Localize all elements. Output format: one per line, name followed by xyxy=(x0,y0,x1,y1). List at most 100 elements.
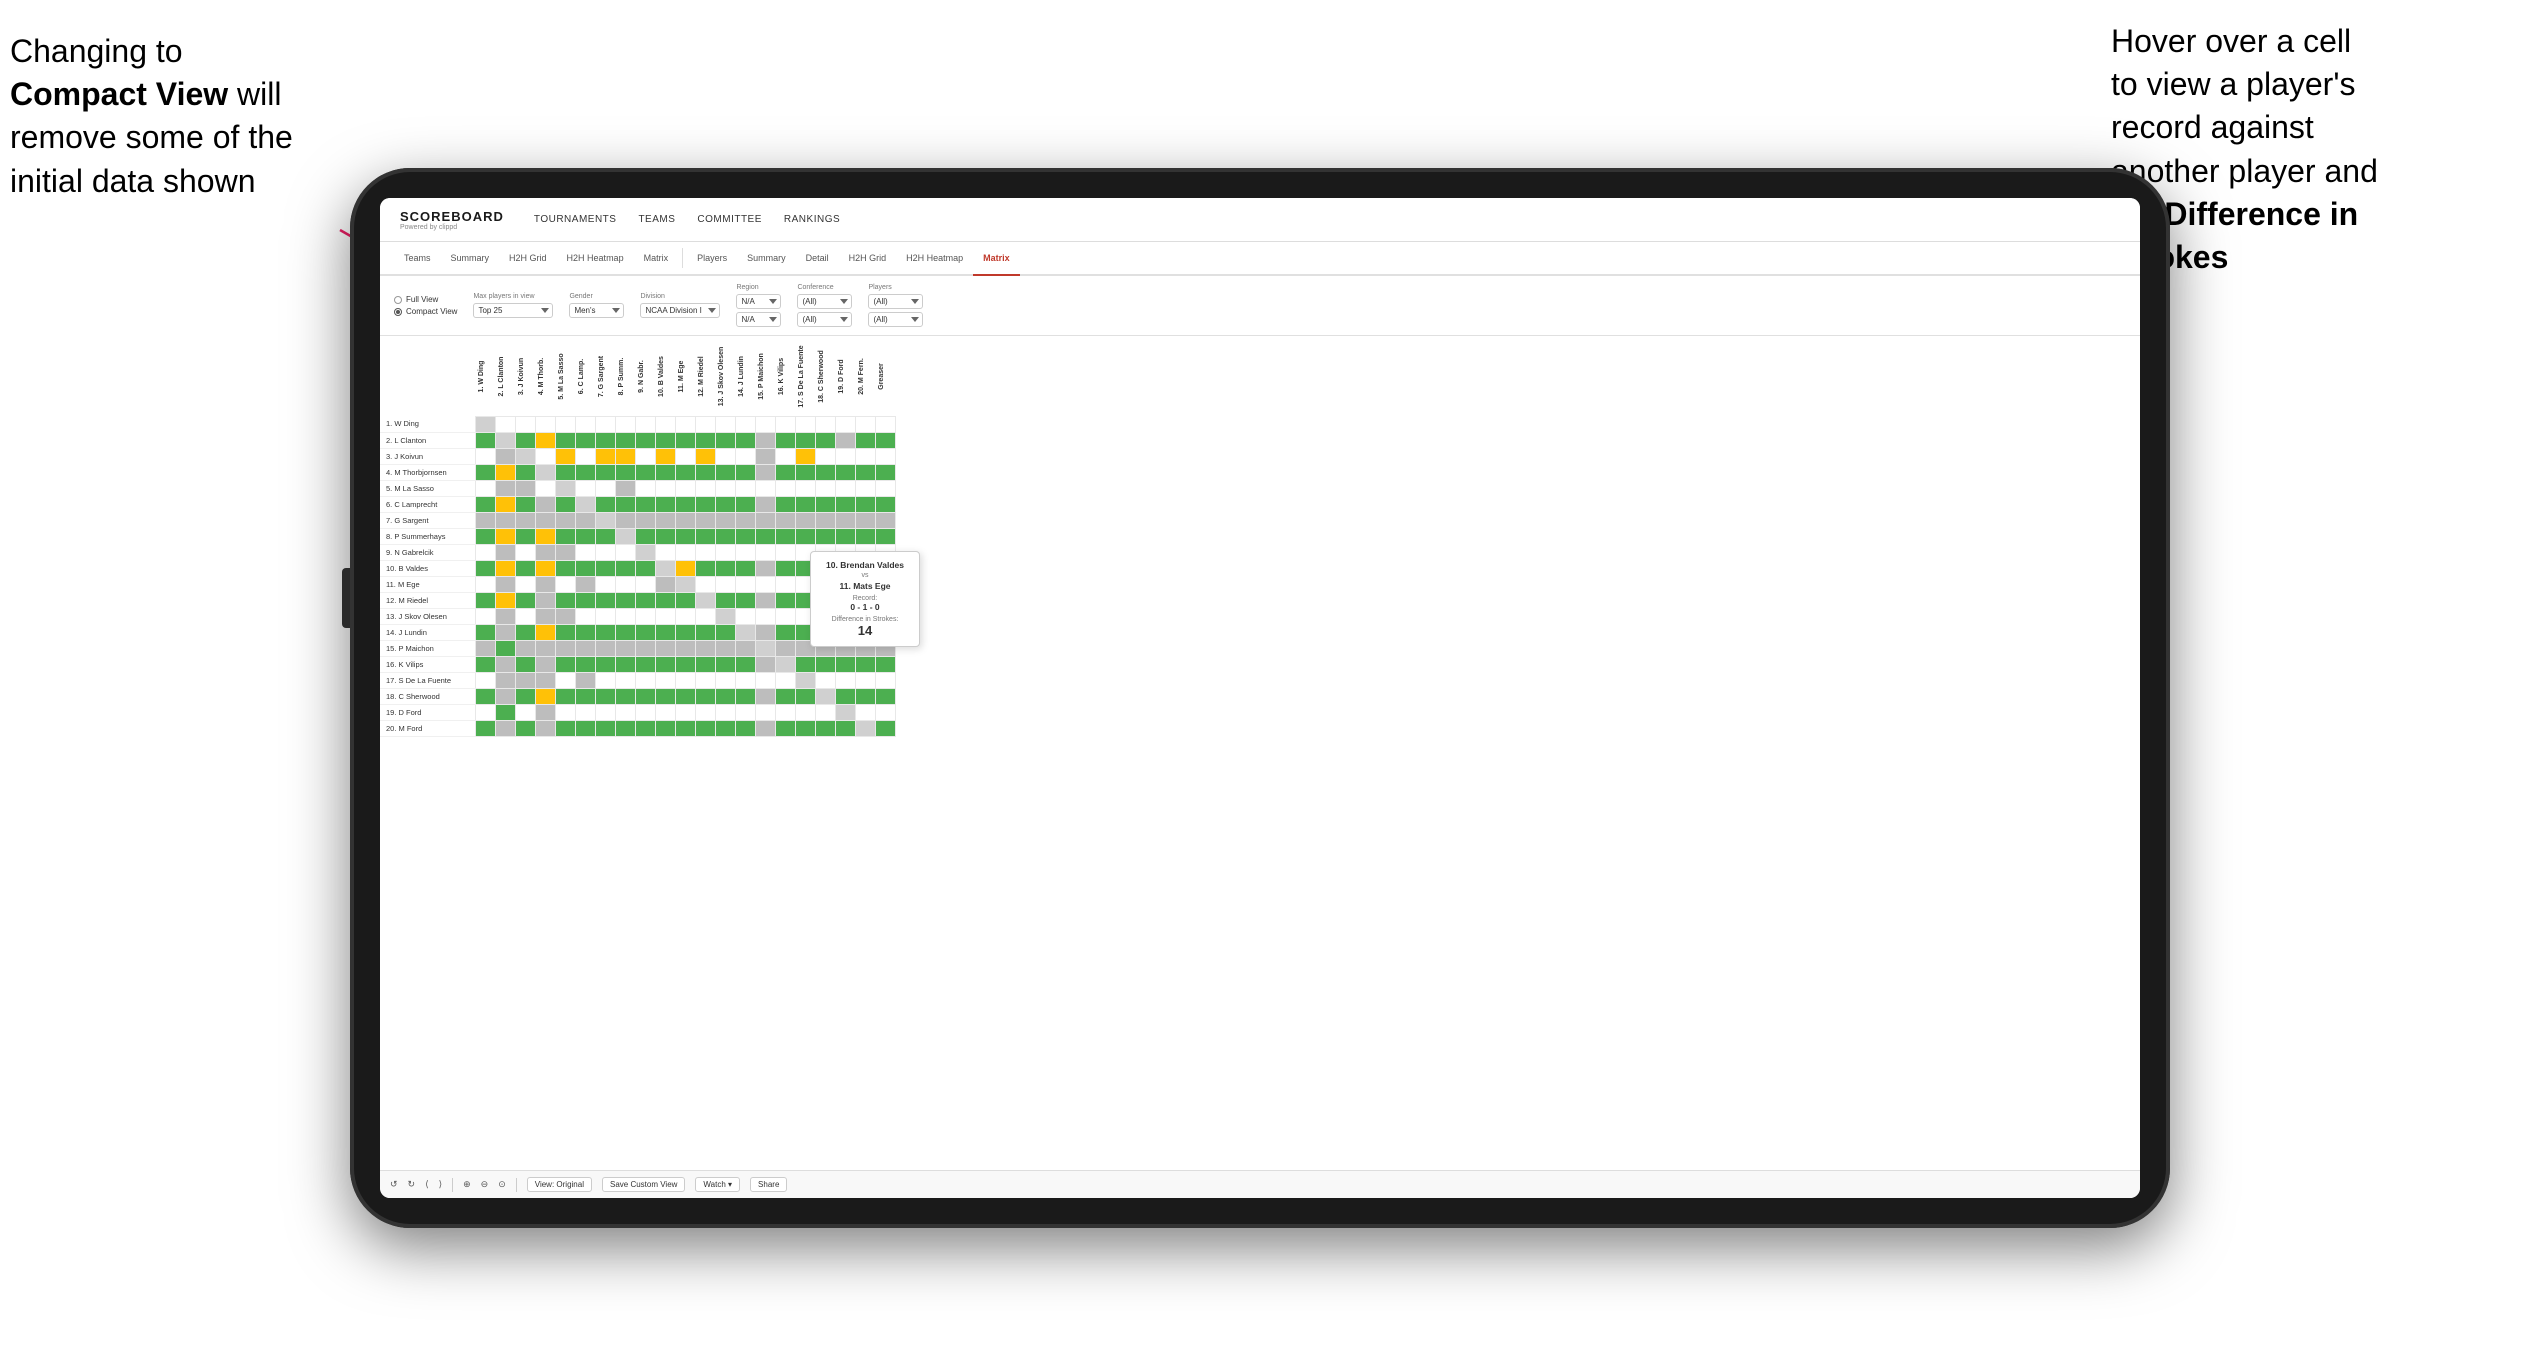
matrix-cell[interactable] xyxy=(675,672,695,688)
matrix-cell[interactable] xyxy=(655,416,675,432)
matrix-cell[interactable] xyxy=(775,544,795,560)
matrix-cell[interactable] xyxy=(675,720,695,736)
matrix-cell[interactable] xyxy=(695,544,715,560)
matrix-cell[interactable] xyxy=(735,608,755,624)
tab-summary-right[interactable]: Summary xyxy=(737,242,796,276)
matrix-cell[interactable] xyxy=(535,416,555,432)
tab-summary[interactable]: Summary xyxy=(441,242,500,276)
matrix-cell[interactable] xyxy=(635,528,655,544)
matrix-cell[interactable] xyxy=(815,464,835,480)
matrix-cell[interactable] xyxy=(615,464,635,480)
matrix-cell[interactable] xyxy=(675,560,695,576)
matrix-cell[interactable] xyxy=(575,416,595,432)
matrix-cell[interactable] xyxy=(615,624,635,640)
matrix-cell[interactable] xyxy=(855,720,875,736)
matrix-cell[interactable] xyxy=(615,672,635,688)
matrix-cell[interactable] xyxy=(655,720,675,736)
matrix-cell[interactable] xyxy=(755,560,775,576)
nav-back-icon[interactable]: ⟨ xyxy=(425,1179,429,1190)
matrix-cell[interactable] xyxy=(695,704,715,720)
matrix-cell[interactable] xyxy=(615,544,635,560)
matrix-cell[interactable] xyxy=(815,512,835,528)
matrix-cell[interactable] xyxy=(615,640,635,656)
matrix-cell[interactable] xyxy=(635,416,655,432)
matrix-cell[interactable] xyxy=(735,464,755,480)
matrix-cell[interactable] xyxy=(715,592,735,608)
matrix-cell[interactable] xyxy=(555,576,575,592)
matrix-cell[interactable] xyxy=(595,416,615,432)
matrix-cell[interactable] xyxy=(595,512,615,528)
matrix-cell[interactable] xyxy=(495,432,515,448)
matrix-cell[interactable] xyxy=(835,416,855,432)
matrix-cell[interactable] xyxy=(495,624,515,640)
matrix-cell[interactable] xyxy=(555,528,575,544)
matrix-cell[interactable] xyxy=(715,640,735,656)
matrix-cell[interactable] xyxy=(835,704,855,720)
matrix-cell[interactable] xyxy=(675,528,695,544)
matrix-cell[interactable] xyxy=(535,544,555,560)
matrix-cell[interactable] xyxy=(795,720,815,736)
matrix-cell[interactable] xyxy=(615,608,635,624)
matrix-cell[interactable] xyxy=(655,608,675,624)
matrix-cell[interactable] xyxy=(715,496,735,512)
matrix-cell[interactable] xyxy=(755,592,775,608)
matrix-cell[interactable] xyxy=(835,672,855,688)
matrix-cell[interactable] xyxy=(875,464,895,480)
full-view-radio-circle[interactable] xyxy=(394,296,402,304)
matrix-cell[interactable] xyxy=(795,448,815,464)
matrix-cell[interactable] xyxy=(495,704,515,720)
matrix-cell[interactable] xyxy=(615,688,635,704)
matrix-cell[interactable] xyxy=(755,672,775,688)
matrix-cell[interactable] xyxy=(735,496,755,512)
view-original-btn[interactable]: View: Original xyxy=(527,1177,592,1192)
matrix-cell[interactable] xyxy=(715,464,735,480)
matrix-cell[interactable] xyxy=(595,624,615,640)
matrix-cell[interactable] xyxy=(535,576,555,592)
players-select-1[interactable]: (All) xyxy=(868,294,923,309)
matrix-cell[interactable] xyxy=(735,480,755,496)
matrix-cell[interactable] xyxy=(715,544,735,560)
matrix-cell[interactable] xyxy=(835,448,855,464)
matrix-cell[interactable] xyxy=(475,720,495,736)
matrix-cell[interactable] xyxy=(595,464,615,480)
matrix-cell[interactable] xyxy=(695,624,715,640)
matrix-cell[interactable] xyxy=(595,704,615,720)
region-select-1[interactable]: N/A xyxy=(736,294,781,309)
matrix-cell[interactable] xyxy=(815,672,835,688)
matrix-cell[interactable] xyxy=(655,688,675,704)
tab-h2h-grid[interactable]: H2H Grid xyxy=(499,242,557,276)
matrix-cell[interactable] xyxy=(755,640,775,656)
matrix-cell[interactable] xyxy=(755,704,775,720)
matrix-cell[interactable] xyxy=(555,624,575,640)
matrix-cell[interactable] xyxy=(515,512,535,528)
matrix-cell[interactable] xyxy=(875,672,895,688)
matrix-cell[interactable] xyxy=(835,656,855,672)
matrix-cell[interactable] xyxy=(515,528,535,544)
matrix-cell[interactable] xyxy=(595,496,615,512)
compact-view-radio[interactable]: Compact View xyxy=(394,307,457,316)
matrix-cell[interactable] xyxy=(815,528,835,544)
matrix-cell[interactable] xyxy=(535,432,555,448)
matrix-cell[interactable] xyxy=(635,640,655,656)
matrix-cell[interactable] xyxy=(555,560,575,576)
matrix-cell[interactable] xyxy=(675,496,695,512)
matrix-cell[interactable] xyxy=(715,672,735,688)
matrix-cell[interactable] xyxy=(515,544,535,560)
matrix-cell[interactable] xyxy=(535,496,555,512)
matrix-cell[interactable] xyxy=(535,512,555,528)
matrix-cell[interactable] xyxy=(515,720,535,736)
matrix-cell[interactable] xyxy=(735,544,755,560)
matrix-cell[interactable] xyxy=(555,592,575,608)
matrix-cell[interactable] xyxy=(535,624,555,640)
matrix-cell[interactable] xyxy=(595,608,615,624)
matrix-cell[interactable] xyxy=(635,608,655,624)
matrix-cell[interactable] xyxy=(575,656,595,672)
matrix-cell[interactable] xyxy=(855,672,875,688)
matrix-cell[interactable] xyxy=(695,688,715,704)
matrix-cell[interactable] xyxy=(775,416,795,432)
players-select-2[interactable]: (All) xyxy=(868,312,923,327)
matrix-cell[interactable] xyxy=(655,624,675,640)
matrix-cell[interactable] xyxy=(755,528,775,544)
matrix-cell[interactable] xyxy=(735,592,755,608)
matrix-cell[interactable] xyxy=(735,656,755,672)
